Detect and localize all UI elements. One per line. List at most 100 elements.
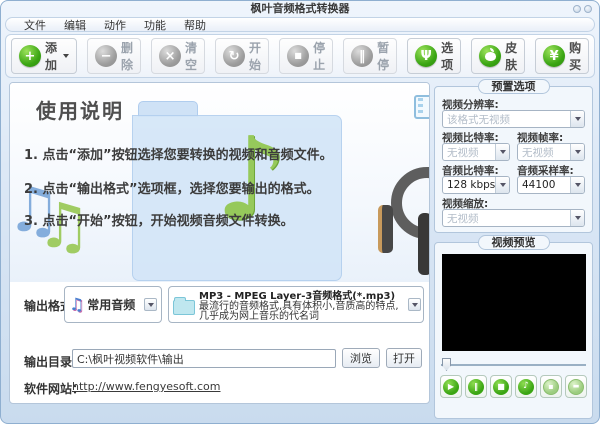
chevron-down-icon <box>499 183 506 187</box>
file-icon: ▬ <box>568 378 584 395</box>
add-button[interactable]: + 添加 <box>11 38 78 74</box>
pause-button-label: 暂停 <box>377 41 390 72</box>
delete-button-label: 删除 <box>121 41 134 72</box>
video-bitrate-value: 无视频 <box>447 146 479 159</box>
instructions-title: 使用说明 <box>36 99 124 123</box>
skin-button[interactable]: 皮肤 <box>471 38 526 74</box>
start-arrow-icon: ↻ <box>223 45 246 67</box>
video-scale-dropdown[interactable]: 无视频 <box>442 209 585 227</box>
skin-button-label: 皮肤 <box>505 41 518 72</box>
dropdown-button[interactable] <box>495 177 509 193</box>
frame-rate-value: 无视频 <box>522 146 554 159</box>
close-button[interactable] <box>584 5 592 13</box>
clear-button[interactable]: × 清空 <box>151 38 206 74</box>
stop-button[interactable]: ■ 停止 <box>279 38 334 74</box>
browse-button[interactable]: 浏览 <box>342 348 380 368</box>
resolution-label: 视频分辨率: <box>442 99 499 111</box>
main-panel: ♪ ♫ ♫ 使用说明 1. 点击“添加”按钮选择您要转换的视频和音频文件。 2.… <box>9 82 430 404</box>
clear-button-label: 清空 <box>185 41 198 72</box>
add-button-label: 添加 <box>45 41 58 72</box>
options-button[interactable]: Ψ 选项 <box>407 38 462 74</box>
audio-bitrate-value: 128 kbps <box>447 179 496 191</box>
audio-bitrate-dropdown[interactable]: 128 kbps <box>442 176 510 194</box>
preview-controls: ▶ ‖ ■ ♪ ▪ ▬ <box>440 375 587 398</box>
dropdown-button[interactable] <box>570 111 584 127</box>
seek-thumb[interactable] <box>442 358 451 371</box>
stop-icon: ■ <box>493 378 509 395</box>
video-scale-value: 无视频 <box>447 212 479 225</box>
seek-slider[interactable] <box>441 358 586 372</box>
chevron-down-icon <box>574 183 581 187</box>
video-bitrate-label: 视频比特率: <box>442 132 499 144</box>
play-button[interactable]: ▶ <box>440 375 462 398</box>
dropdown-button[interactable] <box>408 298 421 311</box>
video-bitrate-dropdown[interactable]: 无视频 <box>442 143 510 161</box>
menu-item-help[interactable]: 帮助 <box>175 17 215 33</box>
menu-item-file[interactable]: 文件 <box>15 17 55 33</box>
apple-icon <box>479 45 502 67</box>
instructions-area: ♪ ♫ ♫ 使用说明 1. 点击“添加”按钮选择您要转换的视频和音频文件。 2.… <box>10 83 429 282</box>
menu-item-function[interactable]: 功能 <box>135 17 175 33</box>
options-button-label: 选项 <box>441 41 454 72</box>
delete-button[interactable]: − 删除 <box>87 38 142 74</box>
output-dir-input[interactable] <box>72 349 336 368</box>
stop-square-icon: ■ <box>287 45 310 67</box>
buy-button-label: 购买 <box>569 41 582 72</box>
pause-button[interactable]: ‖ 暂停 <box>343 38 398 74</box>
tools-icon: Ψ <box>415 45 438 67</box>
preset-options-title: 预置选项 <box>477 79 550 94</box>
dropdown-button[interactable] <box>570 144 584 160</box>
sample-rate-value: 44100 <box>522 179 556 191</box>
open-file-button[interactable]: ▬ <box>565 375 587 398</box>
sample-rate-dropdown[interactable]: 44100 <box>517 176 585 194</box>
menu-item-edit[interactable]: 编辑 <box>55 17 95 33</box>
dropdown-button[interactable] <box>495 144 509 160</box>
minus-icon: − <box>95 45 118 67</box>
window-controls <box>573 5 592 13</box>
format-description: MP3 - MPEG Layer-3音频格式(*.mp3) 最流行的音频格式,具… <box>199 287 408 323</box>
dropdown-button[interactable] <box>570 177 584 193</box>
format-select-dropdown[interactable]: MP3 - MPEG Layer-3音频格式(*.mp3) 最流行的音频格式,具… <box>168 286 424 323</box>
minimize-button[interactable] <box>573 5 581 13</box>
format-category-dropdown[interactable]: ♫ 常用音频 <box>64 286 162 323</box>
window-title: 枫叶音频格式转换器 <box>250 2 350 15</box>
preset-options-group: 预置选项 视频分辨率: 该格式无视频 视频比特率: 视频帧率: 无视频 无视频 … <box>434 79 593 233</box>
video-preview-group: 视频预览 ▶ ‖ ■ ♪ ▪ ▬ <box>434 235 593 419</box>
volume-icon: ♪ <box>518 378 534 395</box>
toolbar: + 添加 − 删除 × 清空 ↻ 开始 ■ 停止 ‖ 暂停 Ψ 选项 皮肤 ¥ … <box>5 34 595 78</box>
format-category-value: 常用音频 <box>87 298 136 312</box>
format-title: MP3 - MPEG Layer-3音频格式(*.mp3) <box>199 290 396 302</box>
stop-button-label: 停止 <box>313 41 326 72</box>
open-button[interactable]: 打开 <box>386 348 422 368</box>
chevron-down-icon <box>63 54 70 58</box>
format-desc: 最流行的音频格式,具有体积小,音质高的特点,几乎成为网上音乐的代名词 <box>199 300 399 322</box>
play-icon: ▶ <box>443 378 459 395</box>
chevron-down-icon <box>411 302 418 307</box>
pause-bars-icon: ‖ <box>351 45 374 67</box>
money-icon: ¥ <box>543 45 566 67</box>
audio-bitrate-label: 音频比特率: <box>442 165 499 177</box>
instruction-step-1: 1. 点击“添加”按钮选择您要转换的视频和音频文件。 <box>24 148 333 163</box>
menu-item-action[interactable]: 动作 <box>95 17 135 33</box>
resolution-value: 该格式无视频 <box>447 113 510 126</box>
website-link[interactable]: http://www.fengyesoft.com <box>72 380 221 393</box>
volume-button[interactable]: ♪ <box>515 375 537 398</box>
chevron-down-icon <box>574 150 581 154</box>
chevron-down-icon <box>147 302 154 307</box>
resolution-dropdown[interactable]: 该格式无视频 <box>442 110 585 128</box>
snapshot-icon: ▪ <box>543 378 559 395</box>
folder-icon <box>173 297 195 315</box>
frame-rate-dropdown[interactable]: 无视频 <box>517 143 585 161</box>
buy-button[interactable]: ¥ 购买 <box>535 38 590 74</box>
snapshot-button[interactable]: ▪ <box>540 375 562 398</box>
dropdown-button[interactable] <box>570 210 584 226</box>
pause-button[interactable]: ‖ <box>465 375 487 398</box>
dropdown-button[interactable] <box>144 298 157 311</box>
plus-icon: + <box>19 45 41 67</box>
preset-body: 视频分辨率: 该格式无视频 视频比特率: 视频帧率: 无视频 无视频 音频比特率… <box>442 95 585 228</box>
stop-button[interactable]: ■ <box>490 375 512 398</box>
music-note-icon: ♫ <box>69 294 85 315</box>
start-button[interactable]: ↻ 开始 <box>215 38 270 74</box>
chevron-down-icon <box>499 150 506 154</box>
headphones-art <box>378 205 393 253</box>
